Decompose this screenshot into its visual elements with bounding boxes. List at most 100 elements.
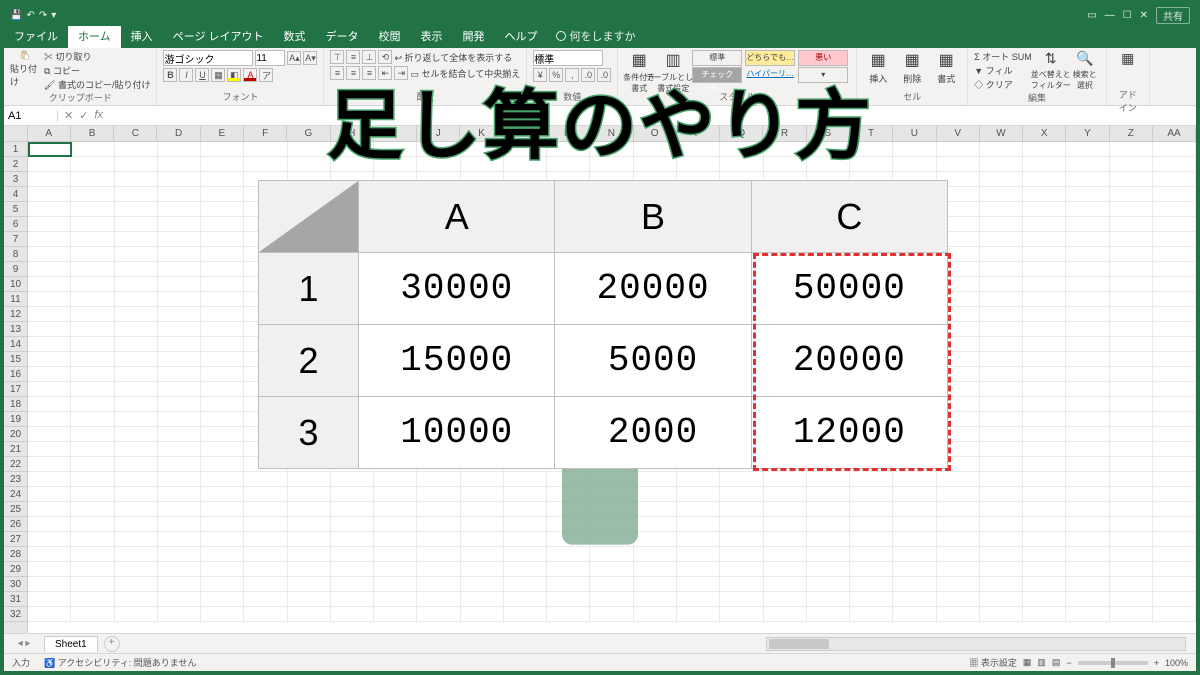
cell[interactable]	[201, 187, 244, 202]
cell[interactable]	[937, 187, 980, 202]
cell[interactable]	[634, 397, 677, 412]
cell[interactable]	[461, 547, 504, 562]
cell[interactable]	[331, 352, 374, 367]
cell[interactable]	[850, 292, 893, 307]
border-button[interactable]: ▦	[211, 68, 225, 82]
cell[interactable]	[547, 592, 590, 607]
cell[interactable]	[158, 217, 201, 232]
cell[interactable]	[331, 367, 374, 382]
cell[interactable]	[547, 232, 590, 247]
cell[interactable]	[807, 517, 850, 532]
cell[interactable]	[374, 322, 417, 337]
cell[interactable]	[417, 217, 460, 232]
cell[interactable]	[590, 217, 633, 232]
cell[interactable]	[807, 292, 850, 307]
cell[interactable]	[893, 217, 936, 232]
cell[interactable]	[331, 172, 374, 187]
cell[interactable]	[893, 607, 936, 622]
cell[interactable]	[1153, 382, 1196, 397]
column-header[interactable]: Q	[720, 126, 763, 141]
cell[interactable]	[461, 277, 504, 292]
cell[interactable]	[1066, 472, 1109, 487]
cell[interactable]	[720, 172, 763, 187]
cell[interactable]	[71, 472, 114, 487]
cell[interactable]	[504, 487, 547, 502]
cell[interactable]	[893, 367, 936, 382]
cell[interactable]	[244, 292, 287, 307]
cell[interactable]	[634, 382, 677, 397]
cell[interactable]	[720, 322, 763, 337]
zoom-out-button[interactable]: −	[1066, 658, 1071, 668]
cell[interactable]	[331, 592, 374, 607]
cell[interactable]	[1066, 427, 1109, 442]
cell[interactable]	[850, 262, 893, 277]
cell[interactable]	[590, 412, 633, 427]
cell[interactable]	[850, 142, 893, 157]
close-icon[interactable]: ✕	[1140, 10, 1148, 21]
cell[interactable]	[288, 142, 331, 157]
cell[interactable]	[1066, 487, 1109, 502]
cell[interactable]	[1153, 187, 1196, 202]
cell[interactable]	[590, 277, 633, 292]
cell[interactable]	[807, 412, 850, 427]
cell[interactable]	[807, 472, 850, 487]
cell[interactable]	[1066, 382, 1109, 397]
cell[interactable]	[158, 382, 201, 397]
cell[interactable]	[980, 322, 1023, 337]
cell[interactable]	[677, 217, 720, 232]
cell[interactable]	[850, 472, 893, 487]
row-header[interactable]: 29	[4, 562, 27, 577]
cell[interactable]	[158, 352, 201, 367]
cell[interactable]	[980, 442, 1023, 457]
cell[interactable]	[1023, 532, 1066, 547]
cell[interactable]	[28, 352, 71, 367]
cell[interactable]	[288, 427, 331, 442]
cell[interactable]	[980, 352, 1023, 367]
cell[interactable]	[1110, 487, 1153, 502]
cell[interactable]	[115, 457, 158, 472]
addins-button[interactable]: ▦	[1113, 50, 1143, 88]
cell[interactable]	[547, 502, 590, 517]
cell[interactable]	[201, 562, 244, 577]
cell[interactable]	[1066, 277, 1109, 292]
cell[interactable]	[590, 202, 633, 217]
cell[interactable]	[937, 517, 980, 532]
cell[interactable]	[547, 397, 590, 412]
cell[interactable]	[158, 292, 201, 307]
cell[interactable]	[1153, 322, 1196, 337]
cell[interactable]	[71, 352, 114, 367]
cell[interactable]	[807, 172, 850, 187]
cell[interactable]	[893, 292, 936, 307]
cell[interactable]	[1110, 592, 1153, 607]
cell[interactable]	[331, 232, 374, 247]
cell[interactable]	[634, 187, 677, 202]
minimize-icon[interactable]: ―	[1105, 10, 1115, 21]
cell[interactable]	[115, 307, 158, 322]
cell[interactable]	[1023, 187, 1066, 202]
cell[interactable]	[331, 427, 374, 442]
paste-button[interactable]: 貼り付け	[10, 50, 40, 88]
cell[interactable]	[504, 172, 547, 187]
cell[interactable]	[417, 547, 460, 562]
cell[interactable]	[461, 442, 504, 457]
cell[interactable]	[1023, 592, 1066, 607]
cell[interactable]	[374, 562, 417, 577]
cell[interactable]	[461, 397, 504, 412]
cell[interactable]	[634, 337, 677, 352]
cell[interactable]	[374, 472, 417, 487]
cell[interactable]	[504, 457, 547, 472]
cell[interactable]	[1023, 472, 1066, 487]
cell[interactable]	[461, 307, 504, 322]
cell[interactable]	[1066, 592, 1109, 607]
cell[interactable]	[417, 577, 460, 592]
cell[interactable]	[28, 487, 71, 502]
font-color-button[interactable]: A	[243, 68, 257, 82]
cell[interactable]	[331, 457, 374, 472]
accounting-format-button[interactable]: ¥	[533, 68, 547, 82]
cell[interactable]	[807, 217, 850, 232]
cell[interactable]	[28, 292, 71, 307]
orientation-button[interactable]: ⟲	[378, 50, 392, 64]
cell[interactable]	[504, 397, 547, 412]
cell[interactable]	[1023, 292, 1066, 307]
cell[interactable]	[1023, 142, 1066, 157]
